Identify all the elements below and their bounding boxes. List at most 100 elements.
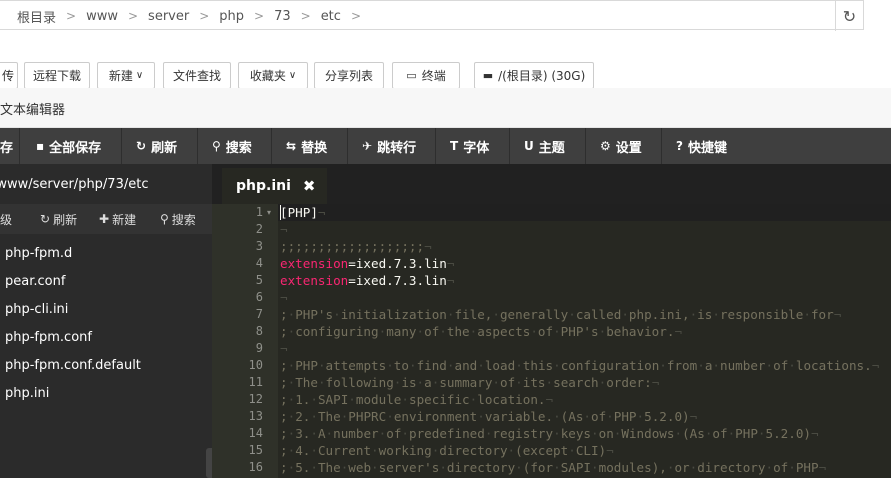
tab-php-ini[interactable]: php.ini ✖ [222, 168, 327, 204]
code-line: ;·5.·The·web·server's·directory·(for·SAP… [280, 460, 827, 475]
line-number: 16 [248, 460, 263, 474]
breadcrumb-item[interactable]: 73 [271, 9, 294, 24]
help-icon: ? [676, 139, 683, 153]
code-line: ;·configuring·many·of·the·aspects·of·PHP… [280, 324, 683, 339]
disk-button[interactable]: ▬ /(根目录) (30G) [474, 62, 594, 89]
disk-label: /(根目录) (30G) [498, 69, 586, 83]
text-editor-window: 文本编辑器 存 ▪ 全部保存 ↻ 刷新 ⚲ 搜索 ⇆ 替换 ✈ 跳转行 T 字体 U 主题 ⚙… [0, 88, 891, 478]
code-line: ;·4.·Current·working·directory·(except·C… [280, 443, 614, 458]
upload-button-label: 传 [1, 69, 14, 83]
file-list-item[interactable]: pear.conf [0, 268, 212, 296]
refresh-label: 刷新 [151, 140, 178, 156]
path-bar: 根目录 > www > server > php > 73 > etc > ↻ [0, 0, 864, 31]
search-label: 搜索 [225, 140, 252, 156]
file-list-item[interactable]: php-cli.ini [0, 296, 212, 324]
terminal-button[interactable]: ▭ 终端 [392, 62, 460, 89]
terminal-label: 终端 [421, 69, 446, 83]
chevron-right-icon: > [66, 9, 77, 23]
font-icon: T [450, 139, 459, 153]
chevron-right-icon: > [254, 9, 265, 23]
settings-button[interactable]: ⚙ 设置 [586, 128, 662, 164]
breadcrumb-item[interactable]: server [145, 9, 192, 24]
refresh-editor-button[interactable]: ↻ 刷新 [122, 128, 198, 164]
breadcrumb: 根目录 > www > server > php > 73 > etc > [14, 1, 368, 31]
file-list-item[interactable]: php-fpm.conf [0, 324, 212, 352]
current-line-highlight [278, 204, 891, 221]
share-list-button[interactable]: 分享列表 [314, 62, 384, 89]
search-icon: ⚲ [160, 212, 169, 226]
line-number: 2 [255, 222, 263, 236]
breadcrumb-item[interactable]: php [216, 9, 247, 24]
file-panel-actions: 级 ↻ 刷新 ✚ 新建 ⚲ 搜索 [0, 204, 212, 234]
breadcrumb-item[interactable]: www [83, 9, 121, 24]
goto-line-button[interactable]: ✈ 跳转行 [348, 128, 436, 164]
plus-icon: ✚ [99, 212, 110, 226]
fold-arrow-icon[interactable]: ▾ [267, 208, 271, 217]
line-number: 11 [248, 375, 263, 389]
upload-button[interactable]: 传 [0, 62, 18, 89]
refresh-files-label: 刷新 [53, 212, 78, 227]
search-button[interactable]: ⚲ 搜索 [198, 128, 272, 164]
chevron-right-icon: > [199, 9, 210, 23]
save-button[interactable]: 存 [0, 128, 20, 164]
code-line: extension=ixed.7.3.lin¬ [280, 273, 455, 288]
replace-button[interactable]: ⇆ 替换 [272, 128, 348, 164]
file-list: php-fpm.d pear.conf php-cli.ini php-fpm.… [0, 240, 212, 408]
file-search-label: 文件查找 [172, 69, 221, 83]
chevron-right-icon: > [350, 9, 361, 23]
new-button[interactable]: 新建 ∨ [97, 62, 155, 89]
code-line: [PHP]¬ [280, 205, 326, 220]
tab-label: php.ini [236, 178, 291, 194]
file-search-button[interactable]: 文件查找 [163, 62, 231, 89]
save-all-icon: ▪ [36, 139, 45, 153]
font-button[interactable]: T 字体 [436, 128, 510, 164]
breadcrumb-item[interactable]: etc [318, 9, 344, 24]
new-file-button[interactable]: ✚ 新建 [99, 204, 136, 234]
file-list-item[interactable]: php-fpm.conf.default [0, 352, 212, 380]
chevron-down-icon: ∨ [135, 70, 144, 81]
line-number: 1 [255, 205, 263, 219]
current-directory: /www/server/php/73/etc [0, 176, 149, 192]
theme-icon: U [524, 139, 534, 153]
remote-download-button[interactable]: 远程下载 [24, 62, 90, 89]
search-files-button[interactable]: ⚲ 搜索 [160, 204, 196, 234]
gear-icon: ⚙ [600, 139, 611, 153]
file-list-item[interactable]: php.ini [0, 380, 212, 408]
line-number: 7 [255, 307, 263, 321]
disk-icon: ▬ [482, 69, 494, 82]
line-number: 10 [248, 358, 263, 372]
close-icon[interactable]: ✖ [303, 177, 316, 195]
shortcuts-label: 快捷键 [687, 140, 727, 156]
parent-dir-button[interactable]: 级 [0, 204, 12, 234]
refresh-button[interactable]: ↻ [835, 1, 863, 31]
file-panel: /www/server/php/73/etc 级 ↻ 刷新 ✚ 新建 ⚲ 搜索 php… [0, 164, 212, 478]
code-line: ¬ [280, 341, 288, 356]
search-files-label: 搜索 [171, 212, 196, 227]
new-file-label: 新建 [112, 212, 137, 227]
chevron-right-icon: > [127, 9, 139, 23]
font-label: 字体 [463, 140, 490, 156]
code-area[interactable]: [PHP]¬ ¬ ;;;;;;;;;;;;;;;;;;;¬ extension=ixe… [278, 204, 891, 478]
line-number: 3 [255, 239, 263, 253]
line-number: 6 [255, 290, 263, 304]
code-line: ;·3.·A·number·of·predefined·registry·key… [280, 426, 819, 441]
parent-dir-label: 级 [0, 212, 13, 227]
code-line: extension=ixed.7.3.lin¬ [280, 256, 455, 271]
theme-button[interactable]: U 主题 [510, 128, 586, 164]
refresh-icon: ↻ [40, 212, 51, 226]
file-list-item[interactable]: php-fpm.d [0, 240, 212, 268]
terminal-icon: ▭ [406, 69, 417, 82]
line-number: 14 [248, 426, 263, 440]
favorites-button[interactable]: 收藏夹 ∨ [238, 62, 308, 89]
save-all-button[interactable]: ▪ 全部保存 [22, 128, 122, 164]
refresh-files-button[interactable]: ↻ 刷新 [40, 204, 77, 234]
line-number: 12 [248, 392, 263, 406]
line-number-gutter: 1 2 3 4 5 6 7 8 9 10 11 12 13 14 15 16 ▾ [212, 204, 278, 478]
text-cursor [280, 205, 281, 220]
shortcuts-button[interactable]: ? 快捷键 [662, 128, 752, 164]
editor-titlebar: 文本编辑器 [0, 88, 891, 128]
search-icon: ⚲ [212, 139, 221, 153]
replace-icon: ⇆ [286, 139, 297, 153]
breadcrumb-item[interactable]: 根目录 [14, 7, 59, 26]
save-label: 存 [0, 140, 14, 156]
